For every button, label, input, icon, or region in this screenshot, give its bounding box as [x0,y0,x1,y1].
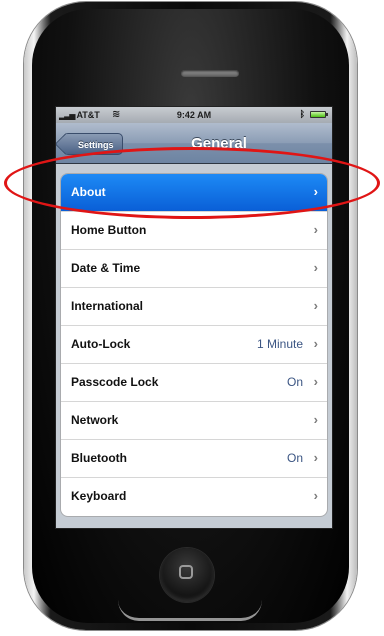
back-button-label: Settings [78,140,114,150]
settings-row-date-time[interactable]: Date & Time › [61,250,327,288]
row-label: About [71,185,106,199]
earpiece-speaker [181,70,239,77]
stage: ▂▃▅ AT&T ≋ 9:42 AM ᛒ Settings General Abo… [0,0,384,636]
chevron-right-icon: › [313,184,318,199]
row-label: Home Button [71,223,147,237]
bezel-reflection [118,600,262,621]
battery-icon [310,111,328,118]
settings-row-bluetooth[interactable]: Bluetooth On › [61,440,327,478]
chevron-right-icon: › [313,222,318,237]
row-value: On [286,375,303,389]
status-time: 9:42 AM [176,110,212,120]
home-square-icon [179,565,193,579]
phone-screen: ▂▃▅ AT&T ≋ 9:42 AM ᛒ Settings General Abo… [55,106,333,529]
chevron-right-icon: › [313,374,318,389]
navigation-bar: Settings General [56,123,332,164]
settings-row-about[interactable]: About › [61,174,327,212]
page-title: General [191,135,247,152]
row-value: 1 Minute [256,337,303,351]
row-label: Auto-Lock [71,337,131,351]
chevron-right-icon: › [313,336,318,351]
settings-row-home-button[interactable]: Home Button › [61,212,327,250]
settings-row-international[interactable]: International › [61,288,327,326]
status-bar: ▂▃▅ AT&T ≋ 9:42 AM ᛒ [56,107,332,123]
row-value: On [286,451,303,465]
settings-row-network[interactable]: Network › [61,402,327,440]
row-label: Passcode Lock [71,375,159,389]
chevron-right-icon: › [313,412,318,427]
settings-row-passcode-lock[interactable]: Passcode Lock On › [61,364,327,402]
row-label: Keyboard [71,489,127,503]
row-label: Bluetooth [71,451,127,465]
chevron-right-icon: › [313,488,318,503]
row-label: International [71,299,144,313]
row-label: Date & Time [71,261,141,275]
settings-row-keyboard[interactable]: Keyboard › [61,478,327,516]
row-label: Network [71,413,119,427]
settings-list: About › Home Button › Date & Time › Inte… [60,173,328,517]
chevron-right-icon: › [313,298,318,313]
home-button[interactable] [160,548,214,602]
settings-row-auto-lock[interactable]: Auto-Lock 1 Minute › [61,326,327,364]
back-button-settings[interactable]: Settings [63,133,123,155]
chevron-right-icon: › [313,260,318,275]
chevron-right-icon: › [313,450,318,465]
bluetooth-icon: ᛒ [299,109,305,119]
